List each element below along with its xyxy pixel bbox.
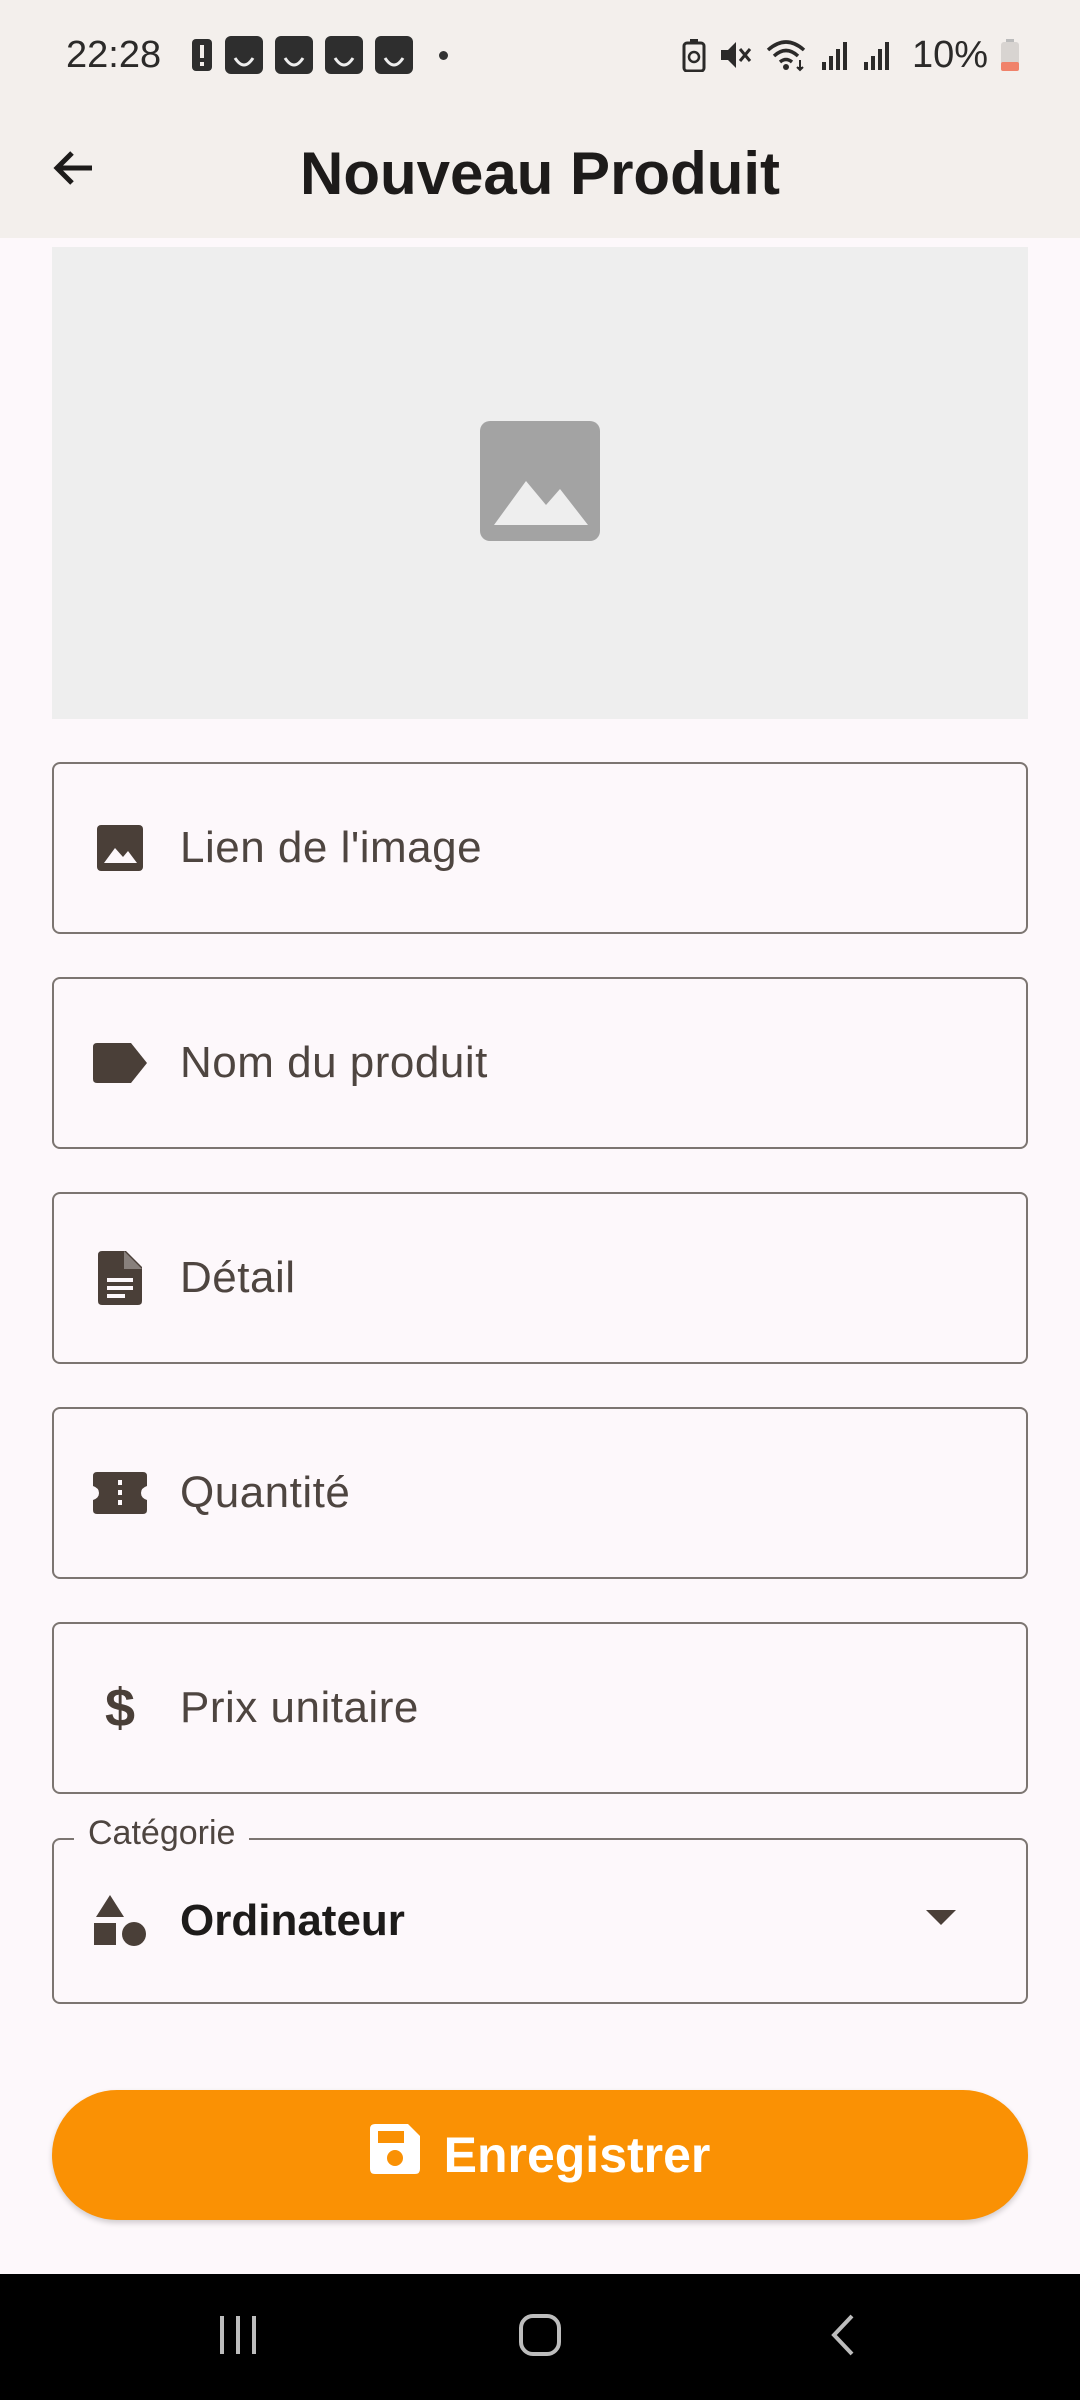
category-selected-value: Ordinateur [180, 1896, 405, 1945]
app-notification-icon [375, 36, 414, 74]
image-icon [90, 818, 150, 878]
unit-price-field[interactable]: $ Prix unitaire [52, 1622, 1028, 1794]
category-shapes-icon [90, 1891, 150, 1951]
app-notification-icon [225, 36, 264, 74]
unit-price-label: Prix unitaire [180, 1683, 419, 1732]
battery-percentage: 10% [911, 33, 988, 76]
description-icon [90, 1248, 150, 1308]
dot-icon [439, 50, 449, 60]
signal-icon [820, 38, 850, 72]
label-tag-icon [90, 1033, 150, 1093]
signal-icon [862, 38, 892, 72]
battery-saver-icon [682, 38, 706, 72]
ticket-icon [90, 1463, 150, 1523]
save-icon [369, 2124, 420, 2186]
mute-icon [718, 38, 754, 72]
status-bar: 22:28 10% [0, 0, 1080, 110]
category-dropdown[interactable]: Catégorie Ordinateur [52, 1814, 1028, 2004]
image-placeholder-icon [480, 420, 600, 546]
alert-icon [191, 38, 213, 72]
wifi-icon [766, 38, 808, 72]
app-notification-icon [275, 36, 314, 74]
save-button[interactable]: Enregistrer [52, 2090, 1028, 2220]
detail-label: Détail [180, 1253, 296, 1302]
category-label: Catégorie [74, 1814, 250, 1853]
quantity-label: Quantité [180, 1468, 351, 1517]
quantity-field[interactable]: Quantité [52, 1407, 1028, 1579]
chevron-down-icon [926, 1910, 956, 1931]
status-time: 22:28 [66, 33, 162, 76]
back-icon[interactable] [826, 2312, 862, 2363]
page-title: Nouveau Produit [299, 140, 781, 207]
app-notification-icon [325, 36, 364, 74]
battery-icon [1000, 38, 1020, 72]
save-button-label: Enregistrer [443, 2127, 711, 2183]
recents-icon[interactable] [216, 2312, 260, 2363]
system-nav-bar [0, 2274, 1080, 2400]
dollar-icon: $ [104, 1678, 136, 1738]
status-bar-left: 22:28 [66, 33, 449, 77]
app-bar: Nouveau Produit [0, 110, 1080, 238]
product-name-field[interactable]: Nom du produit [52, 977, 1028, 1149]
image-link-label: Lien de l'image [180, 823, 483, 872]
product-name-label: Nom du produit [180, 1038, 488, 1087]
home-icon[interactable] [517, 2312, 563, 2363]
image-preview [52, 247, 1028, 719]
image-link-field[interactable]: Lien de l'image [52, 762, 1028, 934]
detail-field[interactable]: Détail [52, 1192, 1028, 1364]
status-bar-right: 10% [682, 34, 1020, 77]
